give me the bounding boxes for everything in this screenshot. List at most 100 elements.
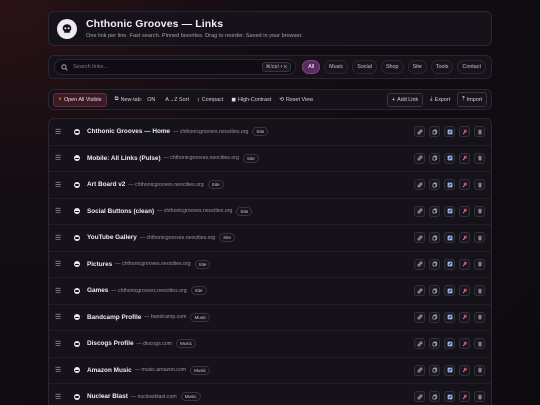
trash-icon[interactable]: [474, 179, 485, 191]
link-row[interactable]: ☰ Pictures — chthonicgrooves.neocities.org…: [49, 252, 491, 278]
edit-icon[interactable]: [444, 205, 455, 217]
edit-icon[interactable]: [444, 258, 455, 270]
filter-music[interactable]: Music: [324, 60, 349, 74]
copy-icon[interactable]: [429, 258, 440, 270]
edit-icon[interactable]: [444, 338, 455, 350]
pin-icon[interactable]: [459, 285, 470, 297]
pin-icon[interactable]: [459, 232, 470, 244]
link-row[interactable]: ☰ Nuclear Blast — nuclearblast.com Music: [49, 384, 491, 405]
copy-icon[interactable]: [429, 126, 440, 138]
link-row[interactable]: ☰ Social Buttons (clean) — chthonicgrooves…: [49, 199, 491, 225]
drag-handle-icon[interactable]: ☰: [55, 128, 63, 136]
edit-icon[interactable]: [444, 311, 455, 323]
trash-icon[interactable]: [474, 232, 485, 244]
link-name[interactable]: Pictures: [87, 261, 112, 268]
pin-icon[interactable]: [459, 391, 470, 403]
pin-icon[interactable]: [459, 338, 470, 350]
pin-icon[interactable]: [459, 152, 470, 164]
edit-icon[interactable]: [444, 126, 455, 138]
pin-icon[interactable]: [459, 205, 470, 217]
open-link-icon[interactable]: [414, 311, 425, 323]
pin-icon[interactable]: [459, 364, 470, 376]
sort-button[interactable]: A→Z Sort: [161, 94, 193, 106]
open-link-icon[interactable]: [414, 285, 425, 297]
copy-icon[interactable]: [429, 364, 440, 376]
link-row[interactable]: ☰ Art Board v2— chthonicgrooves.neocities…: [49, 172, 491, 199]
drag-handle-icon[interactable]: ☰: [55, 207, 63, 215]
copy-icon[interactable]: [429, 391, 440, 403]
trash-icon[interactable]: [474, 311, 485, 323]
open-link-icon[interactable]: [414, 338, 425, 350]
drag-handle-icon[interactable]: ☰: [55, 340, 63, 348]
export-button[interactable]: ⤓ Export: [426, 93, 454, 106]
open-link-icon[interactable]: [414, 258, 425, 270]
trash-icon[interactable]: [474, 205, 485, 217]
copy-icon[interactable]: [429, 205, 440, 217]
link-name[interactable]: Art Board v2: [87, 181, 125, 188]
copy-icon[interactable]: [429, 285, 440, 297]
pin-icon[interactable]: [459, 311, 470, 323]
trash-icon[interactable]: [474, 338, 485, 350]
open-link-icon[interactable]: [414, 205, 425, 217]
pin-icon[interactable]: [459, 126, 470, 138]
pin-icon[interactable]: [459, 258, 470, 270]
drag-handle-icon[interactable]: ☰: [55, 234, 63, 242]
copy-icon[interactable]: [429, 311, 440, 323]
filter-tools[interactable]: Tools: [430, 60, 454, 74]
trash-icon[interactable]: [474, 285, 485, 297]
filter-contact[interactable]: Contact: [457, 60, 486, 74]
copy-icon[interactable]: [429, 179, 440, 191]
copy-icon[interactable]: [429, 232, 440, 244]
link-row[interactable]: ☰ Discogs Profile — discogs.com Music: [49, 331, 491, 358]
link-name[interactable]: Discogs Profile: [87, 340, 134, 347]
open-link-icon[interactable]: [414, 364, 425, 376]
drag-handle-icon[interactable]: ☰: [55, 393, 63, 401]
drag-handle-icon[interactable]: ☰: [55, 366, 63, 374]
trash-icon[interactable]: [474, 364, 485, 376]
drag-handle-icon[interactable]: ☰: [55, 154, 63, 162]
link-name[interactable]: Chthonic Grooves — Home: [87, 128, 170, 135]
link-name[interactable]: Bandcamp Profile: [87, 314, 141, 321]
edit-icon[interactable]: [444, 179, 455, 191]
filter-site[interactable]: Site: [407, 60, 427, 74]
new-tab-toggle[interactable]: ⧉ New-tab: ON: [111, 93, 160, 106]
open-link-icon[interactable]: [414, 179, 425, 191]
reset-view-button[interactable]: ⟲ Reset View: [275, 94, 317, 106]
compact-button[interactable]: ↕ Compact: [193, 94, 227, 106]
link-row[interactable]: ☰ Mobile: All Links (Pulse) — chthonicgroo…: [49, 146, 491, 172]
link-name[interactable]: Social Buttons (clean): [87, 208, 154, 215]
open-link-icon[interactable]: [414, 391, 425, 403]
drag-handle-icon[interactable]: ☰: [55, 260, 63, 268]
edit-icon[interactable]: [444, 391, 455, 403]
edit-icon[interactable]: [444, 364, 455, 376]
filter-all[interactable]: All: [302, 60, 321, 74]
link-name[interactable]: YouTube Gallery: [87, 234, 137, 241]
drag-handle-icon[interactable]: ☰: [55, 181, 63, 189]
edit-icon[interactable]: [444, 232, 455, 244]
open-link-icon[interactable]: [414, 232, 425, 244]
trash-icon[interactable]: [474, 391, 485, 403]
link-row[interactable]: ☰ Amazon Music — music.amazon.com Music: [49, 358, 491, 384]
contrast-button[interactable]: ◼ High-Contrast: [227, 94, 275, 106]
edit-icon[interactable]: [444, 285, 455, 297]
search-input[interactable]: [73, 64, 262, 70]
trash-icon[interactable]: [474, 126, 485, 138]
drag-handle-icon[interactable]: ☰: [55, 287, 63, 295]
trash-icon[interactable]: [474, 258, 485, 270]
link-name[interactable]: Mobile: All Links (Pulse): [87, 155, 161, 162]
open-link-icon[interactable]: [414, 152, 425, 164]
link-name[interactable]: Games: [87, 287, 108, 294]
filter-social[interactable]: Social: [352, 60, 377, 74]
add-link-button[interactable]: + Add Link: [386, 92, 424, 107]
copy-icon[interactable]: [429, 152, 440, 164]
link-row[interactable]: ☰ Games — chthonicgrooves.neocities.org Sit…: [49, 278, 491, 305]
link-row[interactable]: ☰ Bandcamp Profile — bandcamp.com Music: [49, 305, 491, 331]
link-name[interactable]: Amazon Music: [87, 367, 132, 374]
open-all-button[interactable]: ⚡ Open All Visible: [53, 92, 107, 107]
link-row[interactable]: ☰ YouTube Gallery — chthonicgrooves.neocit…: [49, 225, 491, 252]
link-row[interactable]: ☰ Chthonic Grooves — Home — chthonicgroove…: [49, 119, 491, 146]
import-button[interactable]: ⤒ Import: [457, 92, 487, 107]
trash-icon[interactable]: [474, 152, 485, 164]
filter-shop[interactable]: Shop: [380, 60, 404, 74]
drag-handle-icon[interactable]: ☰: [55, 313, 63, 321]
